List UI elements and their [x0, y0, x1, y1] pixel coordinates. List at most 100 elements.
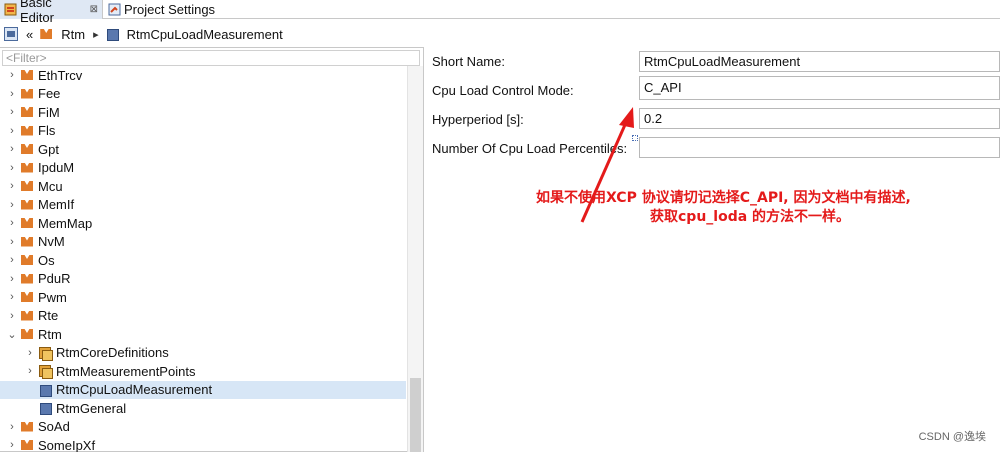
collapse-icon[interactable]: ⌄ [6, 328, 18, 341]
expand-icon[interactable]: › [24, 347, 36, 359]
expand-icon[interactable]: › [6, 273, 18, 285]
tree-item[interactable]: › RtmCoreDefinitions [0, 344, 406, 362]
tree-item[interactable]: RtmGeneral [0, 399, 406, 417]
scrollbar-thumb[interactable] [410, 378, 421, 452]
module-icon [20, 272, 34, 286]
tree-item-label: NvM [38, 234, 65, 249]
expand-icon[interactable]: › [6, 106, 18, 118]
editor-icon [4, 3, 17, 16]
container-icon [38, 346, 53, 361]
expand-icon[interactable]: › [6, 236, 18, 248]
tree-item[interactable]: › Pwm [0, 288, 406, 306]
tab-basic-editor[interactable]: Basic Editor ⊠ [0, 0, 103, 25]
tree-item-label: Os [38, 252, 55, 268]
tree-item[interactable]: › Mcu [0, 177, 406, 195]
tree-item[interactable]: RtmCpuLoadMeasurement [0, 380, 406, 399]
navigator-toggle-icon[interactable] [4, 27, 18, 41]
tab-project-settings-label: Project Settings [124, 2, 216, 17]
annotation-text-line1: 如果不使用XCP 协议请切记选择C_API, 因为文档中有描述, [536, 190, 911, 206]
tree-item-label: Rtm [38, 326, 62, 342]
module-icon [39, 27, 53, 41]
tree-item[interactable]: › NvM [0, 233, 406, 251]
module-icon [20, 179, 34, 193]
module-icon [20, 68, 34, 82]
back-icon[interactable]: « [26, 27, 33, 42]
module-icon [20, 87, 34, 101]
expand-icon[interactable]: › [6, 439, 18, 451]
expand-icon[interactable]: › [6, 125, 18, 137]
tree-item[interactable]: › Fee [0, 85, 406, 103]
expand-icon[interactable]: › [6, 310, 18, 322]
tree-item-label: RtmCpuLoadMeasurement [56, 382, 213, 397]
tree-item[interactable]: › PduR [0, 270, 406, 288]
settings-icon [108, 3, 121, 16]
close-tab-icon[interactable]: ⊠ [90, 4, 98, 15]
tree-item-label: SoAd [38, 419, 70, 434]
module-icon [20, 438, 34, 452]
short-name-field[interactable]: RtmCpuLoadMeasurement [639, 51, 1000, 72]
tree-item[interactable]: › SomeIpXf [0, 436, 406, 452]
tree-item[interactable]: ⌄ Rtm [0, 325, 406, 343]
tree-item-label: PduR [38, 271, 71, 286]
tree-item-label: FiM [38, 104, 60, 120]
module-icon [20, 198, 34, 212]
expand-icon[interactable]: › [6, 217, 18, 229]
param-icon [38, 401, 52, 415]
tree-item-label: Fls [38, 123, 56, 138]
expand-icon[interactable]: › [6, 421, 18, 433]
tree-item[interactable]: › EthTrcv [0, 66, 406, 84]
breadcrumb-item-cpuload[interactable]: RtmCpuLoadMeasurement [127, 27, 283, 42]
tree-item-label: Mcu [38, 178, 63, 194]
tree-item-label: Fee [38, 86, 61, 101]
module-icon [20, 235, 34, 249]
tree-item-label: IpduM [38, 160, 75, 175]
breadcrumb-separator-icon: ▸ [93, 28, 99, 41]
tree-panel: <Filter> › EthTrcv › Fee › FiM › Fls › Gpt › IpduM ›… [0, 47, 424, 452]
tree-item[interactable]: › RtmMeasurementPoints [0, 362, 406, 380]
container-icon [38, 364, 53, 379]
tree-item[interactable]: › Rte [0, 307, 406, 325]
module-icon [20, 124, 34, 138]
tree-scrollbar[interactable] [407, 66, 423, 452]
hyperperiod-field[interactable]: 0.2 [639, 108, 1000, 129]
properties-form: Short Name: RtmCpuLoadMeasurement Cpu Lo… [425, 47, 1000, 452]
tree-item[interactable]: › MemMap [0, 214, 406, 232]
breadcrumb-item-rtm[interactable]: Rtm [61, 27, 85, 42]
cpu-load-percentiles-field[interactable] [639, 137, 1000, 158]
tree-item-label: Rte [38, 308, 59, 323]
tree-item-label: RtmCoreDefinitions [56, 345, 169, 360]
cpu-load-percentiles-label: Number Of Cpu Load Percentiles: [432, 141, 628, 156]
expand-icon[interactable]: › [6, 291, 18, 303]
module-icon [20, 105, 34, 119]
tree-item[interactable]: › Fls [0, 122, 406, 140]
tab-project-settings[interactable]: Project Settings [104, 0, 224, 19]
tree-item[interactable]: › Os [0, 251, 406, 269]
module-tree: › EthTrcv › Fee › FiM › Fls › Gpt › IpduM › Mcu › MemIf… [0, 66, 406, 452]
expand-icon[interactable]: › [6, 143, 18, 155]
tree-item-label: EthTrcv [38, 67, 83, 83]
module-icon [20, 161, 34, 175]
cpu-load-control-mode-select[interactable]: C_API [639, 76, 1000, 100]
tree-item[interactable]: › Gpt [0, 140, 406, 158]
tree-item[interactable]: › SoAd [0, 418, 406, 436]
expand-icon[interactable]: › [6, 88, 18, 100]
expand-icon[interactable]: › [6, 254, 18, 266]
expand-icon[interactable]: › [6, 199, 18, 211]
tree-item[interactable]: › IpduM [0, 159, 406, 177]
expand-icon[interactable]: › [24, 365, 36, 377]
module-icon [20, 253, 34, 267]
tree-item-label: MemMap [38, 215, 93, 231]
tree-item[interactable]: › MemIf [0, 196, 406, 214]
hyperperiod-label: Hyperperiod [s]: [432, 112, 524, 127]
filter-input[interactable]: <Filter> [2, 50, 420, 66]
param-icon [38, 383, 52, 397]
expand-icon[interactable]: › [6, 162, 18, 174]
expand-icon[interactable]: › [6, 69, 18, 81]
expand-icon[interactable]: › [6, 180, 18, 192]
param-icon [105, 27, 119, 41]
module-icon [20, 290, 34, 304]
tree-item-label: RtmGeneral [56, 400, 127, 416]
tree-item-label: Gpt [38, 141, 59, 157]
module-icon [20, 216, 34, 230]
tree-item[interactable]: › FiM [0, 103, 406, 121]
